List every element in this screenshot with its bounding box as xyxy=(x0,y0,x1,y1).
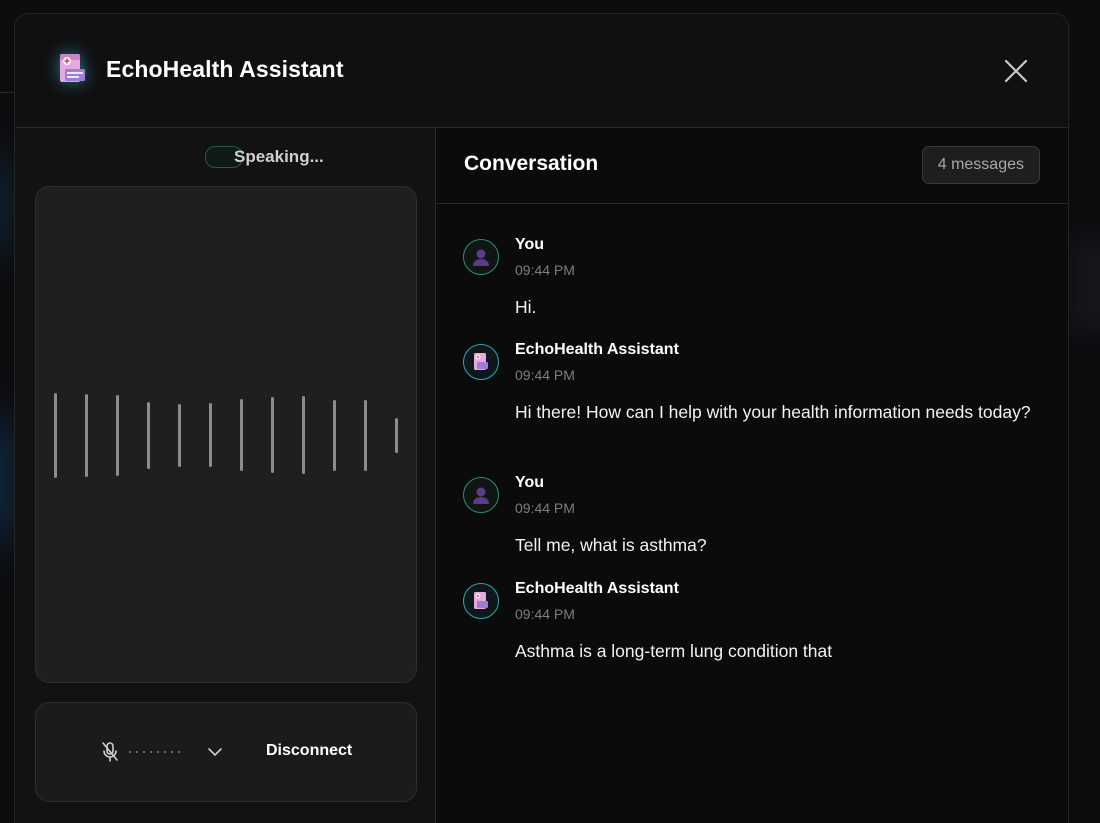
waveform-bar xyxy=(364,399,367,471)
voice-controls: Disconnect xyxy=(35,702,417,802)
message-time: 09:44 PM xyxy=(515,262,575,278)
message-item: You 09:44 PM Hi. xyxy=(463,236,1038,317)
voice-panel: Speaking... Disconnect xyxy=(15,128,436,823)
conversation-title: Conversation xyxy=(464,152,599,175)
waveform-bar xyxy=(302,396,305,474)
backdrop-line xyxy=(0,92,14,93)
message-time: 09:44 PM xyxy=(515,500,575,516)
assistant-avatar-icon xyxy=(463,344,499,380)
assistant-avatar-icon xyxy=(463,583,499,619)
user-avatar-icon xyxy=(463,239,499,275)
waveform-bar xyxy=(54,392,57,478)
waveform-bar xyxy=(147,401,150,469)
waveform-bar xyxy=(333,399,336,471)
waveform-bar xyxy=(116,394,119,476)
message-count-badge: 4 messages xyxy=(921,146,1040,184)
waveform-bar xyxy=(178,403,181,467)
message-text: Hi. xyxy=(515,297,537,317)
user-avatar-icon xyxy=(463,477,499,513)
message-sender: You xyxy=(515,236,545,253)
mic-level-meter xyxy=(129,751,181,753)
message-item: EchoHealth Assistant 09:44 PM Asthma is … xyxy=(463,580,1038,661)
waveform-bar xyxy=(240,399,243,471)
message-sender: EchoHealth Assistant xyxy=(515,580,679,597)
conversation-header: Conversation 4 messages xyxy=(436,128,1068,204)
medical-records-icon xyxy=(57,52,87,86)
disconnect-button[interactable]: Disconnect xyxy=(266,742,352,760)
message-sender: You xyxy=(515,474,545,491)
message-text: Tell me, what is asthma? xyxy=(515,535,707,555)
chevron-down-icon[interactable] xyxy=(207,745,223,757)
message-text: Hi there! How can I help with your healt… xyxy=(515,402,1031,422)
assistant-modal: EchoHealth Assistant Speaking... Disconn… xyxy=(14,13,1069,823)
conversation-panel: Conversation 4 messages You 09:44 PM Hi.… xyxy=(436,128,1068,823)
message-time: 09:44 PM xyxy=(515,367,575,383)
backdrop-shade xyxy=(1070,240,1100,330)
waveform-bar xyxy=(209,403,212,467)
audio-visualizer xyxy=(35,186,417,683)
message-time: 09:44 PM xyxy=(515,606,575,622)
message-item: EchoHealth Assistant 09:44 PM Hi there! … xyxy=(463,341,1038,454)
waveform-bar xyxy=(395,417,398,453)
status-text: Speaking... xyxy=(234,147,324,166)
message-item: You 09:44 PM Tell me, what is asthma? xyxy=(463,474,1038,555)
modal-header: EchoHealth Assistant xyxy=(15,14,1068,128)
message-text: Asthma is a long-term lung condition tha… xyxy=(515,641,833,661)
close-icon[interactable] xyxy=(1002,57,1030,85)
message-sender: EchoHealth Assistant xyxy=(515,341,679,358)
waveform-bar xyxy=(85,393,88,477)
waveform-bar xyxy=(271,397,274,473)
app-title: EchoHealth Assistant xyxy=(106,56,344,82)
microphone-muted-icon[interactable] xyxy=(100,741,120,763)
